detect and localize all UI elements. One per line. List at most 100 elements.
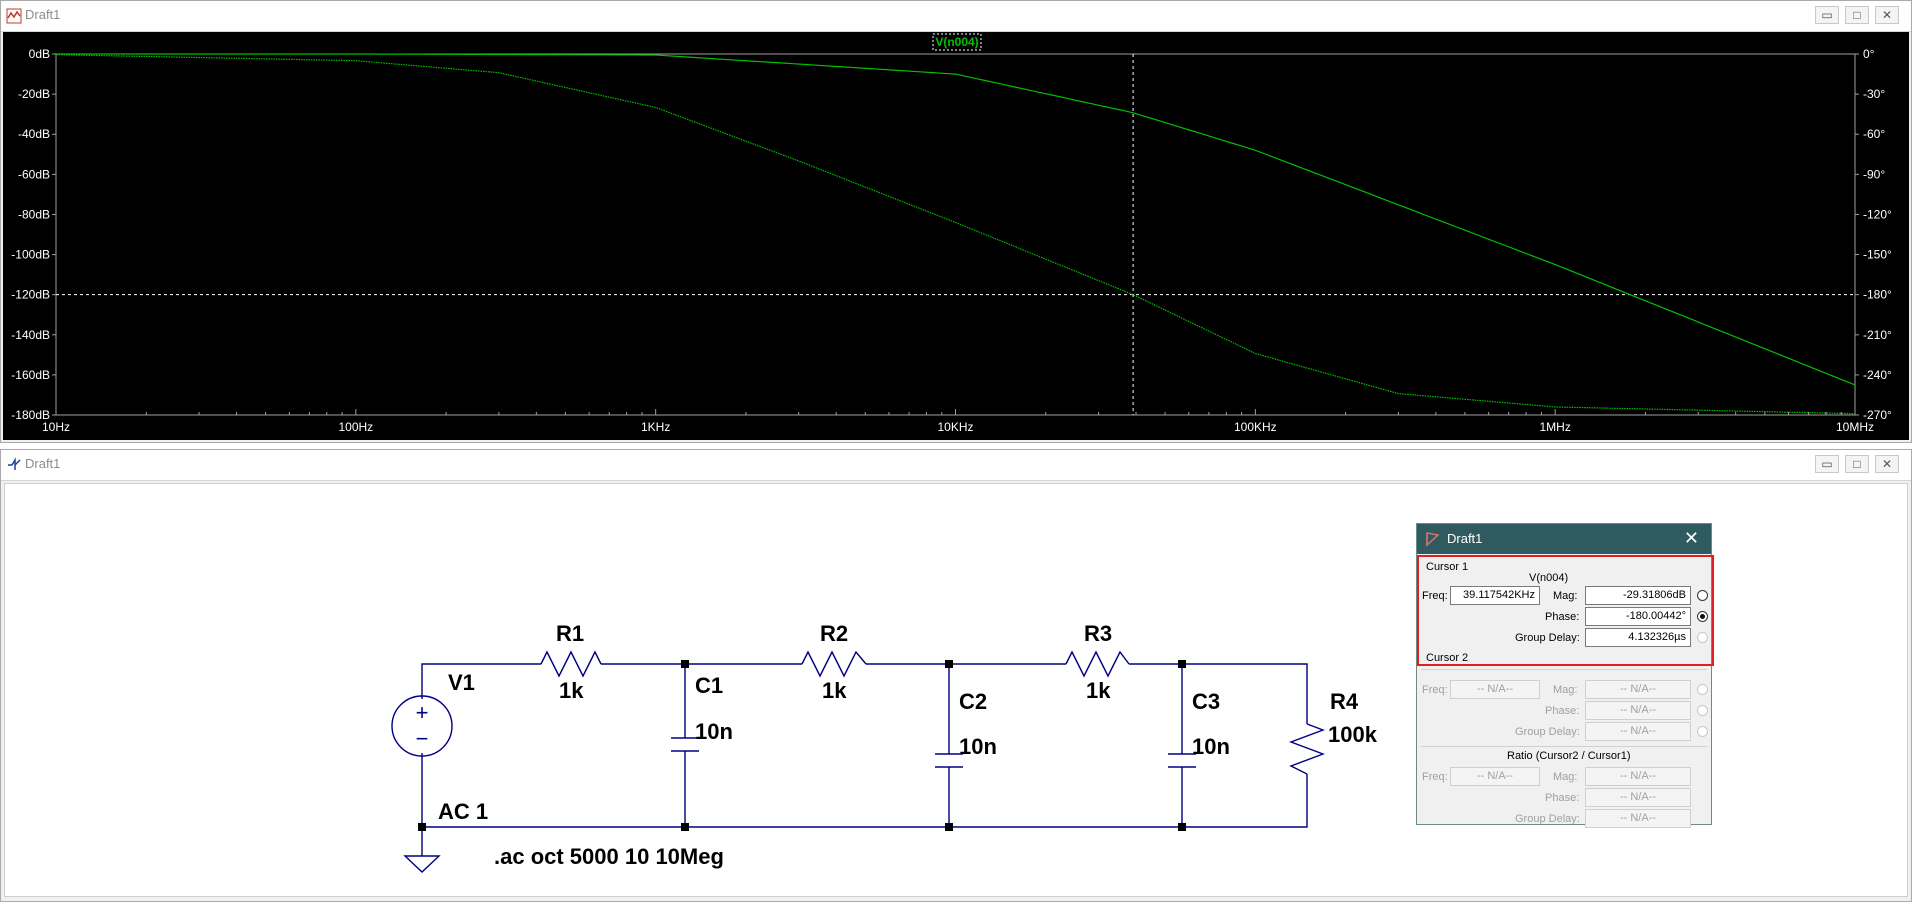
r4-name[interactable]: R4 — [1330, 689, 1359, 714]
v1-value[interactable]: AC 1 — [438, 799, 488, 824]
ratio-freq-label: Freq: — [1422, 771, 1448, 783]
cursor1-freq-label: Freq: — [1422, 590, 1448, 602]
cursor2-freq-field[interactable]: -- N/A-- — [1450, 680, 1540, 699]
y-left-tick-label: -120dB — [11, 288, 50, 302]
cursor1-group-label: Cursor 1 — [1426, 561, 1469, 573]
minimize-button[interactable]: ▭ — [1815, 6, 1839, 24]
v1-source[interactable]: + − — [391, 695, 453, 757]
cursor1-phase-radio[interactable] — [1697, 611, 1708, 622]
y-right-tick-label: -30° — [1863, 87, 1885, 101]
trace-label[interactable]: V(n004) — [935, 35, 978, 49]
c3-name[interactable]: C3 — [1192, 689, 1220, 714]
y-left-tick-label: -100dB — [11, 248, 50, 262]
dialog-close-icon[interactable]: ✕ — [1684, 528, 1699, 549]
svg-text:+: + — [416, 700, 429, 725]
x-tick-label: 1KHz — [641, 420, 670, 434]
cursor2-mag-field[interactable]: -- N/A-- — [1585, 680, 1691, 699]
plot-frame — [55, 53, 1856, 416]
maximize-icon: □ — [1853, 8, 1861, 22]
ratio-phase-field[interactable]: -- N/A-- — [1585, 788, 1691, 807]
cursor1-phase-label: Phase: — [1545, 611, 1580, 623]
maximize-button[interactable]: □ — [1845, 6, 1869, 24]
r4-value[interactable]: 100k — [1328, 722, 1378, 747]
cursor1-freq-field[interactable]: 39.117542KHz — [1450, 586, 1540, 605]
r1-value[interactable]: 1k — [559, 678, 584, 703]
minimize-button[interactable]: ▭ — [1815, 455, 1839, 473]
cursor2-mag-radio[interactable] — [1697, 684, 1708, 695]
cursor2-mag-label: Mag: — [1553, 684, 1578, 696]
r3-resistor[interactable] — [1065, 650, 1130, 678]
r2-resistor[interactable] — [801, 650, 867, 678]
cursor-dialog-title: Draft1 — [1447, 531, 1483, 546]
v1-name[interactable]: V1 — [448, 670, 475, 695]
ratio-freq-field[interactable]: -- N/A-- — [1450, 767, 1540, 786]
r4-resistor[interactable] — [1289, 723, 1325, 775]
cursor2-phase-field[interactable]: -- N/A-- — [1585, 701, 1691, 720]
y-left-tick-label: -40dB — [18, 127, 50, 141]
maximize-icon: □ — [1853, 457, 1861, 471]
x-tick-label: 100KHz — [1234, 420, 1277, 434]
cursor2-group-label: Cursor 2 — [1426, 652, 1469, 664]
junction-dots — [418, 660, 1186, 831]
cursor1-gd-field[interactable]: 4.132326µs — [1585, 628, 1691, 647]
y-left-tick-label: -80dB — [18, 207, 50, 221]
magnitude-trace[interactable] — [56, 53, 1856, 386]
maximize-button[interactable]: □ — [1845, 455, 1869, 473]
ratio-group-label: Ratio (Cursor2 / Cursor1) — [1507, 750, 1631, 762]
spice-directive[interactable]: .ac oct 5000 10 10Meg — [494, 844, 724, 869]
c2-value[interactable]: 10n — [959, 734, 997, 759]
y-right-tick-label: -180° — [1863, 288, 1892, 302]
probe-icon — [1426, 532, 1440, 547]
x-tick-label: 10KHz — [937, 420, 973, 434]
waveform-titlebar[interactable]: Draft1 ▭ □ ✕ — [1, 1, 1911, 32]
schematic-window-title: Draft1 — [25, 456, 61, 471]
y-left-tick-label: -60dB — [18, 167, 50, 181]
cursor1-gd-radio[interactable] — [1697, 632, 1708, 643]
c2-name[interactable]: C2 — [959, 689, 987, 714]
cursor2-gd-field[interactable]: -- N/A-- — [1585, 722, 1691, 741]
cursor2-divider — [1421, 669, 1707, 670]
ground-symbol[interactable] — [403, 855, 441, 873]
cursor1-mag-radio[interactable] — [1697, 590, 1708, 601]
c1-name[interactable]: C1 — [695, 673, 723, 698]
cursor1-gd-label: Group Delay: — [1515, 632, 1580, 644]
svg-text:−: − — [416, 726, 429, 751]
r3-name[interactable]: R3 — [1084, 621, 1112, 646]
close-button[interactable]: ✕ — [1875, 455, 1899, 473]
cursor1-mag-field[interactable]: -29.31806dB — [1585, 586, 1691, 605]
wires[interactable] — [421, 663, 1308, 856]
cursor2-phase-radio[interactable] — [1697, 705, 1708, 716]
cursor-dialog-titlebar[interactable]: Draft1 ✕ — [1417, 524, 1711, 554]
cursor1-mag-label: Mag: — [1553, 590, 1578, 602]
cursor2-gd-radio[interactable] — [1697, 726, 1708, 737]
close-icon: ✕ — [1881, 457, 1893, 471]
ratio-gd-label: Group Delay: — [1515, 813, 1580, 825]
r1-name[interactable]: R1 — [556, 621, 584, 646]
y-right-tick-label: -60° — [1863, 127, 1885, 141]
ratio-divider — [1421, 746, 1707, 747]
cursor2-phase-label: Phase: — [1545, 705, 1580, 717]
close-button[interactable]: ✕ — [1875, 6, 1899, 24]
r2-name[interactable]: R2 — [820, 621, 848, 646]
schematic-titlebar[interactable]: Draft1 ▭ □ ✕ — [1, 450, 1911, 481]
ratio-mag-field[interactable]: -- N/A-- — [1585, 767, 1691, 786]
r1-resistor[interactable] — [540, 650, 602, 678]
cursor1-trace: V(n004) — [1529, 572, 1569, 584]
r2-value[interactable]: 1k — [822, 678, 847, 703]
minimize-icon: ▭ — [1821, 457, 1833, 471]
waveform-plot[interactable]: 0dB -20dB -40dB -60dB -80dB -100dB -120dB -140d… — [3, 32, 1909, 440]
cursor2-gd-label: Group Delay: — [1515, 726, 1580, 738]
r3-value[interactable]: 1k — [1086, 678, 1111, 703]
y-right-tick-label: -240° — [1863, 368, 1892, 382]
cursor2-freq-label: Freq: — [1422, 684, 1448, 696]
bode-plot-svg[interactable]: 0dB -20dB -40dB -60dB -80dB -100dB -120dB -140d… — [3, 32, 1909, 440]
cursor1-phase-field[interactable]: -180.00442° — [1585, 607, 1691, 626]
c1-value[interactable]: 10n — [695, 719, 733, 744]
y-right-tick-label: 0° — [1863, 47, 1875, 61]
y-right-tick-label: -90° — [1863, 167, 1885, 181]
ratio-phase-label: Phase: — [1545, 792, 1580, 804]
waveform-app-icon — [6, 8, 22, 24]
c3-value[interactable]: 10n — [1192, 734, 1230, 759]
ratio-gd-field[interactable]: -- N/A-- — [1585, 809, 1691, 828]
phase-trace[interactable] — [55, 54, 1856, 415]
